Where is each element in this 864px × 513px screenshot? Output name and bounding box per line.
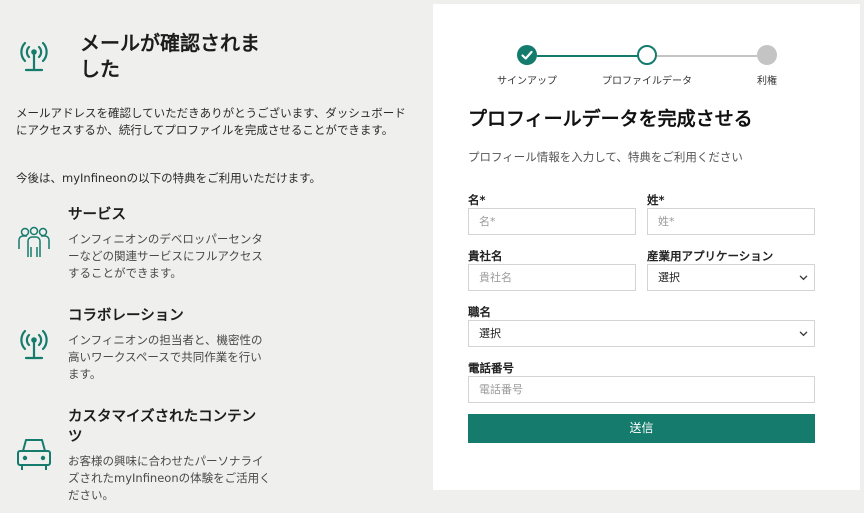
benefit-description: インフィニオンの担当者と、機密性の 高いワークスペースで共同作業を行い ます。 [68,332,273,383]
job-title-label: 職名 [468,305,491,319]
benefits-lead-text: 今後は、myInfineonの以下の特典をご利用いただけます。 [16,171,321,185]
benefit-description-line: することができます。 [68,266,182,280]
stepper-connector-complete [537,55,639,57]
benefit-description-line: 高いワークスペースで共同作業を行い [68,350,262,364]
last-name-input[interactable] [647,208,815,235]
info-panel: メールが確認されま した メールアドレスを確認していただきありがとうございます、… [0,0,432,513]
benefit-title: カスタマイズされたコンテン ツ [68,407,268,447]
step-label-signup: サインアップ [497,76,557,87]
intro-text: メールアドレスを確認していただきありがとうございます、ダッシュボード にアクセス… [16,105,416,139]
chevron-down-icon [799,275,808,281]
industry-select-value: 選択 [658,271,680,284]
company-input[interactable] [468,264,636,291]
chevron-down-icon [799,331,808,337]
company-label: 貴社名 [468,249,503,263]
step-signup-dot [517,45,537,65]
benefit-description-line: インフィニオンの担当者と、機密性の [68,333,263,347]
stepper-connector-upcoming [657,55,757,57]
step-label-rights: 利権 [757,76,777,87]
benefit-title-line: カスタマイズされたコンテン [68,409,257,425]
page-title: メールが確認されま した [80,30,280,82]
intro-line: メールアドレスを確認していただきありがとうございます、ダッシュボード [16,106,406,120]
form-title: プロフィールデータを完成させる [468,108,753,130]
people-group-icon [18,226,50,257]
benefit-description-line: ださい。 [68,488,114,502]
broadcast-antenna-icon [20,329,48,360]
industry-select[interactable]: 選択 [647,264,815,291]
benefit-description-line: お客様の興味に合わせたパーソナライ [68,454,264,468]
benefit-title: コラボレーション [68,308,184,324]
job-title-select[interactable]: 選択 [468,320,815,347]
checkmark-icon [521,50,533,60]
benefit-description-line: ーなどの関連サービスにフルアクセス [68,249,263,263]
profile-form-card: サインアップ プロファイルデータ 利権 プロフィールデータを完成させる プロフィ… [433,4,860,490]
benefit-description-line: ズされたmyInfineonの体験をご活用く [68,471,271,485]
submit-button[interactable]: 送信 [468,414,815,443]
benefit-title-line: ツ [68,429,83,445]
benefit-title: サービス [68,207,126,223]
page-title-line: した [80,57,120,81]
first-name-label: 名* [468,193,486,207]
phone-input[interactable] [468,376,815,403]
phone-label: 電話番号 [468,361,514,375]
step-rights-dot [757,45,777,65]
benefit-description: お客様の興味に合わせたパーソナライ ズされたmyInfineonの体験をご活用く… [68,453,273,504]
step-label-profile: プロファイルデータ [602,76,692,87]
page-title-line: メールが確認されま [80,31,260,55]
last-name-label: 姓* [647,193,665,207]
industry-label: 産業用アプリケーション [647,249,774,263]
step-profile-dot [637,45,657,65]
car-icon [17,439,51,470]
job-title-select-value: 選択 [479,327,501,340]
progress-stepper: サインアップ プロファイルデータ 利権 [433,42,860,92]
form-subtitle: プロフィール情報を入力して、特典をご利用ください [468,150,743,164]
benefit-description: インフィニオンのデベロッパーセンタ ーなどの関連サービスにフルアクセス すること… [68,231,273,282]
broadcast-antenna-icon [20,41,48,72]
benefit-description-line: ます。 [68,367,102,381]
benefit-description-line: インフィニオンのデベロッパーセンタ [68,232,263,246]
first-name-input[interactable] [468,208,636,235]
intro-line: にアクセスするか、続行してプロファイルを完成させることができます。 [16,123,394,137]
